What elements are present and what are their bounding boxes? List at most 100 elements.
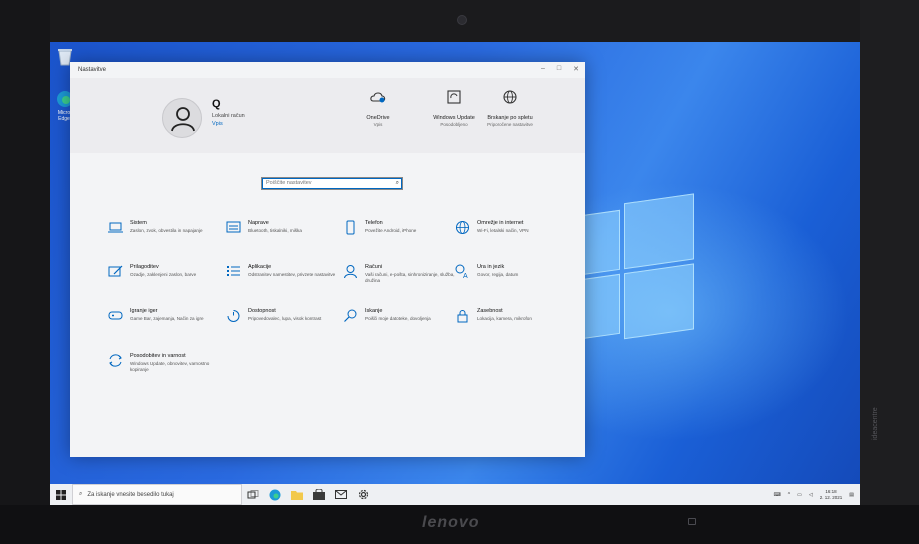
category-title: Prilagoditev bbox=[130, 264, 159, 270]
clock[interactable]: 16:18 2. 12. 2021 bbox=[820, 489, 843, 501]
store-icon[interactable] bbox=[308, 484, 330, 505]
category-title: Telefon bbox=[365, 220, 383, 226]
monitor-bezel-right bbox=[860, 0, 919, 544]
category-accessibility[interactable]: Dostopnost Pripovedovalec, lupa, visok k… bbox=[226, 308, 336, 344]
category-network[interactable]: Omrežje in internet Wi-Fi, letalski nači… bbox=[455, 220, 565, 256]
update-icon bbox=[447, 90, 461, 104]
quick-link-onedrive[interactable]: OneDrive Vpis bbox=[348, 88, 408, 128]
windows-logo-wallpaper bbox=[580, 193, 700, 356]
keyboard-icon bbox=[226, 221, 241, 233]
category-desc: Windows Update, obnovitev, varnostno kop… bbox=[130, 361, 210, 372]
quick-link-sub: Vpis bbox=[373, 122, 383, 127]
category-apps[interactable]: Aplikacije Odstranitev namestitev, privz… bbox=[226, 264, 336, 300]
quick-link-title: Windows Update bbox=[433, 115, 475, 121]
avatar[interactable] bbox=[162, 98, 202, 138]
category-desc: Pripovedovalec, lupa, visok kontrast bbox=[248, 316, 322, 321]
user-name: Q bbox=[212, 98, 221, 110]
task-view-icon[interactable] bbox=[242, 484, 264, 505]
category-desc: Vaši računi, e-pošta, sinhroniziranje, s… bbox=[365, 272, 455, 283]
category-desc: Povežite Android, iPhone bbox=[365, 228, 417, 233]
webcam-icon bbox=[457, 15, 467, 25]
notifications-icon[interactable]: ▤ bbox=[849, 492, 854, 498]
gamepad-icon bbox=[108, 311, 123, 320]
quick-link-sub: Posodobljeno bbox=[440, 122, 468, 127]
laptop-icon bbox=[108, 222, 123, 233]
category-accounts[interactable]: Računi Vaši računi, e-pošta, sinhronizir… bbox=[343, 264, 455, 300]
category-desc: Ozadje, zaklenjeni zaslon, barve bbox=[130, 272, 197, 277]
mail-icon[interactable] bbox=[330, 484, 352, 505]
brand-logo: lenovo bbox=[422, 514, 480, 531]
category-title: Posodobitev in varnost bbox=[130, 353, 186, 359]
globe-icon bbox=[503, 90, 517, 104]
user-icon bbox=[171, 107, 195, 132]
close-button[interactable]: ✕ bbox=[573, 65, 579, 73]
taskbar: ⌕ Za iskanje vnesite besedilo tukaj ⌨ ^ … bbox=[50, 484, 860, 505]
windows-icon bbox=[56, 489, 66, 500]
taskbar-search-placeholder: Za iskanje vnesite besedilo tukaj bbox=[87, 491, 174, 498]
system-tray: ⌨ ^ ▭ ◁ 16:18 2. 12. 2021 ▤ bbox=[774, 484, 854, 505]
person-icon bbox=[344, 265, 357, 279]
minimize-button[interactable]: – bbox=[541, 65, 545, 73]
svg-text:A: A bbox=[463, 273, 468, 279]
category-desc: Lokacija, kamera, mikrofon bbox=[477, 316, 532, 321]
category-title: Dostopnost bbox=[248, 308, 276, 314]
start-button[interactable] bbox=[50, 484, 72, 505]
bezel-button[interactable] bbox=[688, 518, 696, 525]
quick-link-sub: Priporočene nastavitve bbox=[487, 122, 533, 127]
settings-gear-icon[interactable] bbox=[352, 484, 374, 505]
monitor-bezel-left bbox=[0, 0, 50, 544]
quick-link-browsing[interactable]: Brskanje po spletu Priporočene nastavitv… bbox=[480, 88, 540, 128]
category-personalization[interactable]: Prilagoditev Ozadje, zaklenjeni zaslon, … bbox=[108, 264, 218, 300]
category-title: Zasebnost bbox=[477, 308, 503, 314]
settings-search-input[interactable]: Poiščite nastavitev ⌕ bbox=[261, 177, 403, 190]
category-desc: Odstranitev namestitev, privzete nastavi… bbox=[248, 272, 336, 277]
category-desc: Poišči moje datoteke, dovoljenja bbox=[365, 316, 431, 321]
category-search[interactable]: Iskanje Poišči moje datoteke, dovoljenja bbox=[343, 308, 453, 344]
file-explorer-icon[interactable] bbox=[286, 484, 308, 505]
apps-list-icon bbox=[227, 266, 240, 276]
category-title: Aplikacije bbox=[248, 264, 272, 270]
category-time-language[interactable]: A Ura in jezik Govor, regija, datum bbox=[455, 264, 565, 300]
edge-icon[interactable] bbox=[264, 484, 286, 505]
paint-icon bbox=[108, 265, 123, 277]
category-desc: Wi-Fi, letalski način, VPN bbox=[477, 228, 529, 233]
volume-icon[interactable]: ◁ bbox=[809, 492, 813, 498]
cloud-icon bbox=[370, 92, 386, 103]
keyboard-layout-icon[interactable]: ⌨ bbox=[774, 492, 781, 498]
quick-link-windows-update[interactable]: Windows Update Posodobljeno bbox=[424, 88, 484, 128]
category-title: Naprave bbox=[248, 220, 269, 226]
category-title: Omrežje in internet bbox=[477, 220, 524, 226]
maximize-button[interactable]: □ bbox=[557, 65, 561, 73]
category-desc: Zaslon, zvok, obvestila in napajanje bbox=[130, 228, 203, 233]
category-gaming[interactable]: Igranje iger Game Bar, zajemanja, Način … bbox=[108, 308, 218, 344]
category-devices[interactable]: Naprave Bluetooth, tiskalniki, miška bbox=[226, 220, 336, 256]
settings-window: Nastavitve – □ ✕ Q Lokalni račun Vpis On… bbox=[70, 62, 585, 457]
category-privacy[interactable]: Zasebnost Lokacija, kamera, mikrofon bbox=[455, 308, 565, 344]
category-desc: Game Bar, zajemanja, Način za igre bbox=[130, 316, 204, 321]
signin-link[interactable]: Vpis bbox=[212, 121, 223, 127]
accessibility-icon bbox=[227, 310, 240, 322]
clock-date: 2. 12. 2021 bbox=[819, 494, 843, 500]
phone-icon bbox=[346, 220, 355, 235]
search-icon bbox=[344, 309, 357, 322]
category-system[interactable]: Sistem Zaslon, zvok, obvestila in napaja… bbox=[108, 220, 218, 256]
search-icon: ⌕ bbox=[79, 491, 83, 497]
category-phone[interactable]: Telefon Povežite Android, iPhone bbox=[343, 220, 453, 256]
globe-icon bbox=[456, 221, 469, 234]
quick-link-title: OneDrive bbox=[366, 115, 390, 121]
chevron-up-icon[interactable]: ^ bbox=[788, 492, 790, 498]
lock-icon bbox=[457, 310, 468, 323]
category-title: Sistem bbox=[130, 220, 147, 226]
taskbar-search-input[interactable]: ⌕ Za iskanje vnesite besedilo tukaj bbox=[72, 484, 242, 505]
category-title: Ura in jezik bbox=[477, 264, 505, 270]
desktop: Micro Edge Nastavitve – □ ✕ Q Lokalni ra… bbox=[50, 42, 860, 505]
sync-icon bbox=[109, 354, 122, 367]
quick-link-title: Brskanje po spletu bbox=[487, 115, 533, 121]
search-icon[interactable]: ⌕ bbox=[396, 180, 399, 187]
window-titlebar: Nastavitve – □ ✕ bbox=[70, 62, 585, 78]
category-update-security[interactable]: Posodobitev in varnost Windows Update, o… bbox=[108, 353, 218, 389]
network-icon[interactable]: ▭ bbox=[797, 492, 802, 498]
category-title: Računi bbox=[365, 264, 383, 270]
search-placeholder: Poiščite nastavitev bbox=[266, 180, 312, 186]
account-type: Lokalni račun bbox=[212, 113, 245, 119]
